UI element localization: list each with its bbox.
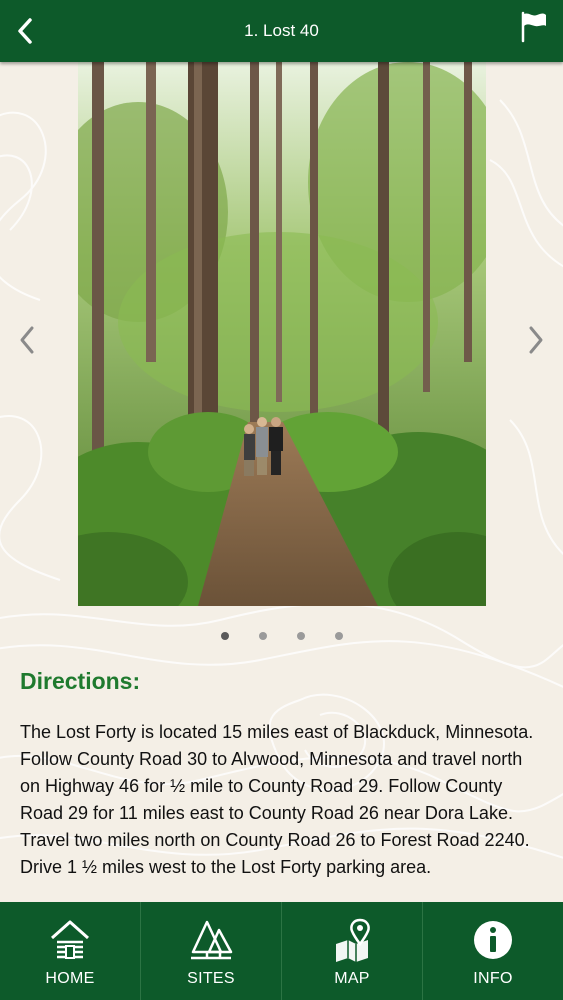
tab-info-label: INFO: [473, 970, 513, 987]
bottom-tab-bar: HOME SITES MAP INFO: [0, 902, 563, 1000]
tab-home[interactable]: HOME: [0, 902, 141, 1000]
tab-sites[interactable]: SITES: [141, 902, 282, 1000]
forest-trail-photo: [78, 62, 486, 606]
chevron-left-icon: [20, 326, 34, 354]
top-bar: 1. Lost 40: [0, 0, 563, 62]
page-indicator: [0, 632, 563, 644]
photo-carousel[interactable]: [0, 62, 563, 662]
previous-photo-button[interactable]: [12, 320, 42, 360]
pine-trees-icon: [189, 918, 233, 962]
cabin-icon: [48, 918, 92, 962]
tab-map[interactable]: MAP: [282, 902, 423, 1000]
page-title: 1. Lost 40: [244, 21, 319, 40]
info-icon: [471, 918, 515, 962]
page-dot-3[interactable]: [296, 632, 305, 640]
next-photo-button[interactable]: [521, 320, 551, 360]
chevron-right-icon: [529, 326, 543, 354]
back-button[interactable]: [10, 14, 40, 48]
page-dot-1[interactable]: [220, 632, 229, 640]
tab-home-label: HOME: [45, 970, 95, 987]
flag-icon: [521, 11, 546, 43]
map-pin-icon: [330, 918, 374, 962]
tab-map-label: MAP: [334, 970, 370, 987]
flag-button[interactable]: [519, 10, 549, 44]
page-dot-4[interactable]: [334, 632, 343, 640]
chevron-left-icon: [18, 18, 32, 44]
directions-text: The Lost Forty is located 15 miles east …: [20, 722, 534, 877]
directions-heading: Directions:: [20, 668, 141, 694]
tab-sites-label: SITES: [187, 970, 235, 987]
tab-info[interactable]: INFO: [423, 902, 563, 1000]
directions-section: Directions: The Lost Forty is located 15…: [20, 664, 543, 902]
page-dot-2[interactable]: [258, 632, 267, 640]
